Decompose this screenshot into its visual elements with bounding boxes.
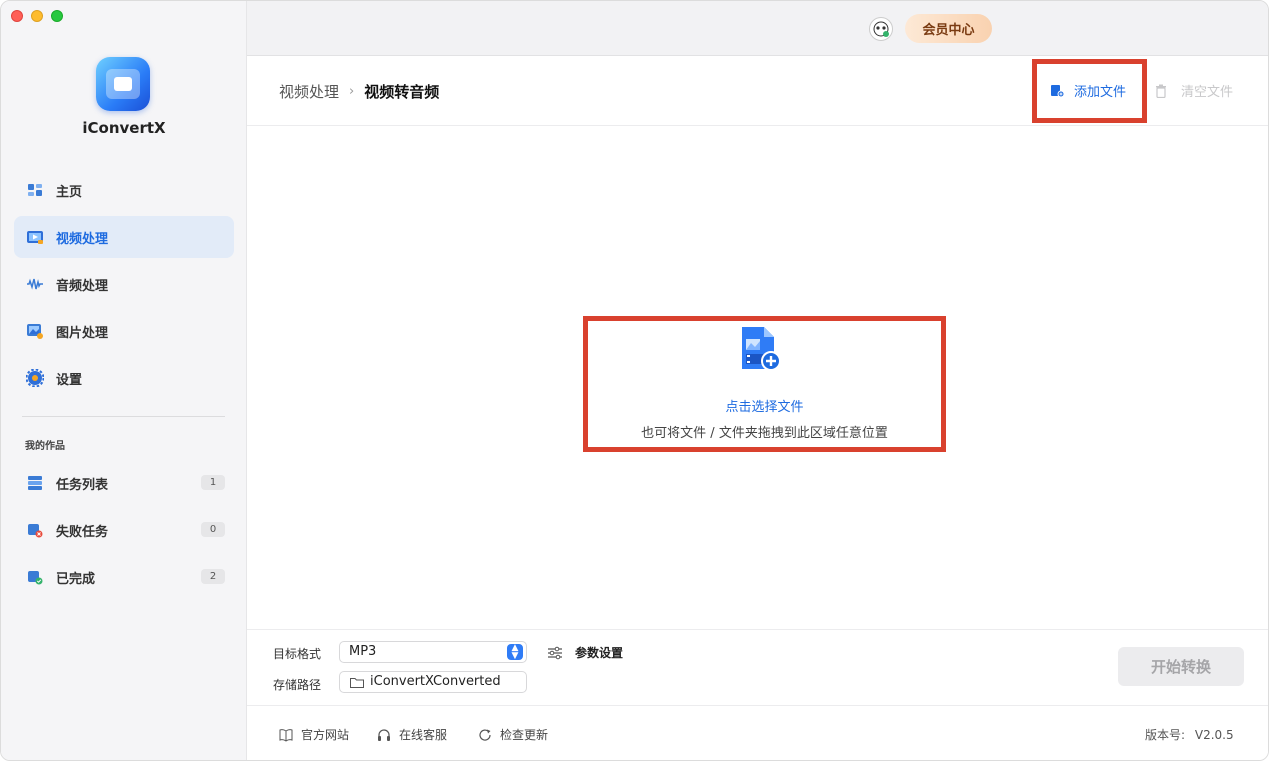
folder-icon bbox=[350, 677, 364, 688]
book-icon bbox=[279, 728, 293, 742]
chevron-updown-icon: ▲ ▼ bbox=[507, 644, 523, 661]
sidebar-item-video[interactable]: 视频处理 bbox=[14, 216, 234, 258]
sidebar-item-label: 主页 bbox=[56, 184, 83, 200]
sidebar-divider bbox=[22, 416, 225, 417]
online-support-link[interactable]: 在线客服 bbox=[377, 726, 447, 743]
close-window-button[interactable] bbox=[11, 10, 23, 22]
sliders-icon bbox=[548, 646, 562, 659]
count-badge: 1 bbox=[201, 475, 225, 490]
sidebar-item-settings[interactable]: 设置 bbox=[14, 357, 234, 399]
audio-wave-icon bbox=[26, 275, 44, 293]
image-icon bbox=[26, 322, 44, 340]
clear-files-label: 清空文件 bbox=[1181, 85, 1234, 100]
completed-task-icon bbox=[26, 568, 44, 586]
sidebar-item-task-list[interactable]: 任务列表 1 bbox=[14, 462, 234, 504]
title-bar bbox=[247, 1, 1268, 56]
version-label: 版本号: bbox=[1145, 728, 1186, 742]
sidebar-item-failed[interactable]: 失败任务 0 bbox=[14, 509, 234, 551]
app-logo-icon bbox=[96, 57, 150, 111]
sidebar: iConvertX 主页 视频处理 音频处理 图片处理 设置 我的作品 任务列表… bbox=[1, 1, 247, 760]
format-label: 目标格式 bbox=[273, 647, 322, 661]
clear-files-button[interactable]: 清空文件 bbox=[1155, 81, 1233, 100]
breadcrumb-separator: › bbox=[349, 84, 355, 99]
user-avatar[interactable] bbox=[869, 17, 893, 41]
sidebar-item-label: 失败任务 bbox=[56, 524, 109, 540]
format-value: MP3 bbox=[349, 644, 377, 659]
param-settings-button[interactable]: 参数设置 bbox=[547, 644, 623, 661]
failed-task-icon bbox=[26, 521, 44, 539]
highlight-box-drop-zone bbox=[583, 316, 946, 452]
official-website-link[interactable]: 官方网站 bbox=[279, 726, 349, 743]
headphones-icon bbox=[378, 728, 390, 741]
save-path-label: 存储路径 bbox=[273, 678, 322, 692]
param-settings-label: 参数设置 bbox=[575, 646, 624, 660]
sidebar-item-image[interactable]: 图片处理 bbox=[14, 310, 234, 352]
format-select[interactable]: MP3 ▲ ▼ bbox=[339, 641, 527, 663]
check-update-link[interactable]: 检查更新 bbox=[478, 726, 548, 743]
sidebar-item-completed[interactable]: 已完成 2 bbox=[14, 556, 234, 598]
breadcrumb-parent[interactable]: 视频处理 bbox=[279, 81, 339, 102]
section-label-my-works: 我的作品 bbox=[25, 441, 65, 452]
online-support-label: 在线客服 bbox=[399, 728, 448, 742]
sidebar-item-label: 视频处理 bbox=[56, 231, 109, 247]
zoom-window-button[interactable] bbox=[51, 10, 63, 22]
sidebar-item-home[interactable]: 主页 bbox=[14, 169, 234, 211]
home-icon bbox=[26, 181, 44, 199]
app-window: iConvertX 主页 视频处理 音频处理 图片处理 设置 我的作品 任务列表… bbox=[0, 0, 1269, 761]
task-list-icon bbox=[26, 474, 44, 492]
minimize-window-button[interactable] bbox=[31, 10, 43, 22]
works-nav: 任务列表 1 失败任务 0 已完成 2 bbox=[14, 462, 234, 598]
app-name: iConvertX bbox=[82, 119, 166, 137]
save-path-field[interactable]: iConvertXConverted bbox=[339, 671, 527, 693]
window-controls bbox=[11, 10, 63, 22]
sidebar-item-label: 任务列表 bbox=[56, 477, 109, 493]
highlight-box-add-file bbox=[1032, 59, 1147, 123]
refresh-icon bbox=[479, 728, 491, 741]
video-icon bbox=[26, 228, 44, 246]
gear-icon bbox=[26, 369, 44, 387]
trash-icon bbox=[1156, 84, 1166, 98]
count-badge: 2 bbox=[201, 569, 225, 584]
version-info: 版本号: V2.0.5 bbox=[1145, 726, 1234, 743]
version-value: V2.0.5 bbox=[1194, 728, 1234, 742]
sidebar-item-label: 音频处理 bbox=[56, 278, 109, 294]
save-path-value: iConvertXConverted bbox=[370, 674, 501, 689]
breadcrumb: 视频处理 › 视频转音频 bbox=[279, 81, 439, 102]
sidebar-item-label: 图片处理 bbox=[56, 325, 109, 341]
page-title: 视频转音频 bbox=[364, 83, 440, 101]
start-convert-button[interactable]: 开始转换 bbox=[1118, 647, 1244, 686]
panda-avatar-icon bbox=[873, 21, 889, 37]
official-website-label: 官方网站 bbox=[301, 728, 350, 742]
sidebar-item-audio[interactable]: 音频处理 bbox=[14, 263, 234, 305]
sidebar-item-label: 已完成 bbox=[56, 571, 96, 587]
sidebar-item-label: 设置 bbox=[56, 372, 83, 388]
vip-center-button[interactable]: 会员中心 bbox=[905, 14, 992, 43]
main-nav: 主页 视频处理 音频处理 图片处理 设置 bbox=[14, 169, 234, 399]
count-badge: 0 bbox=[201, 522, 225, 537]
check-update-label: 检查更新 bbox=[500, 728, 549, 742]
